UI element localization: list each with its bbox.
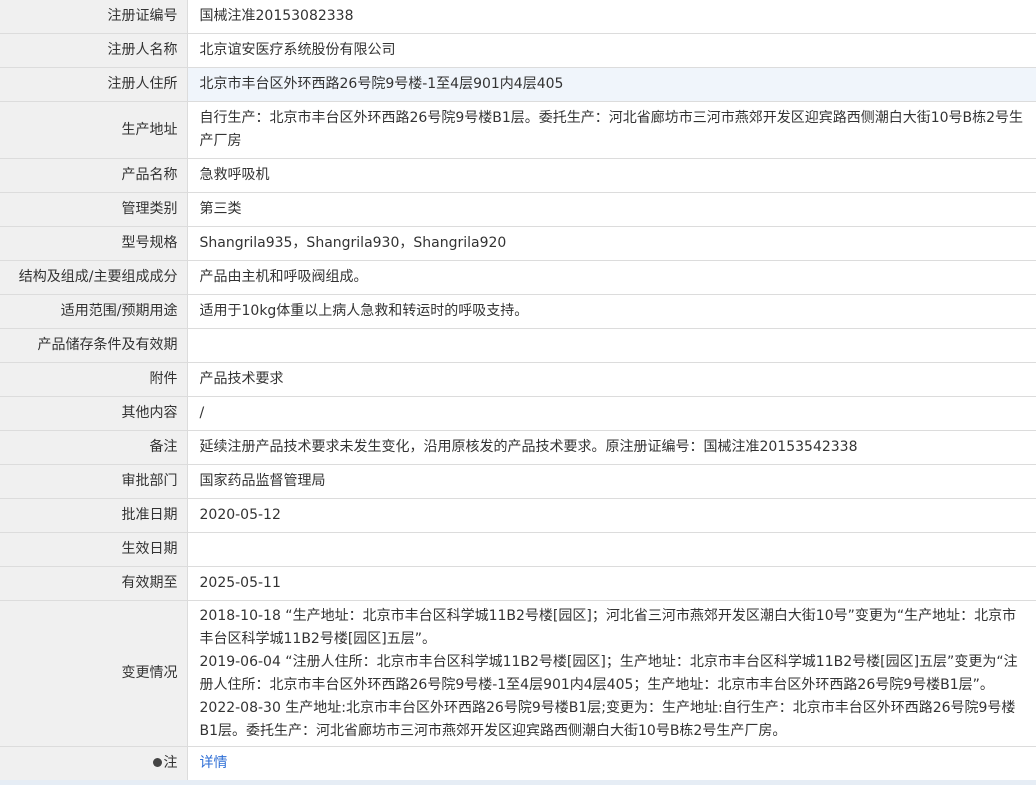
row-value: 2025-05-11 xyxy=(187,566,1036,601)
row-value: 北京市丰台区外环西路26号院9号楼-1至4层901内4层405 xyxy=(187,67,1036,102)
row-approval-department: 审批部门 国家药品监督管理局 xyxy=(0,464,1036,499)
row-model-spec: 型号规格 Shangrila935，Shangrila930，Shangrila… xyxy=(0,226,1036,261)
row-label: 适用范围/预期用途 xyxy=(0,294,188,329)
row-label: 注册人名称 xyxy=(0,33,188,68)
row-label: 管理类别 xyxy=(0,192,188,227)
row-value: 2020-05-12 xyxy=(187,498,1036,533)
row-label: 注册证编号 xyxy=(0,0,188,34)
row-storage-conditions: 产品储存条件及有效期 xyxy=(0,328,1036,363)
row-other-content: 其他内容 / xyxy=(0,396,1036,431)
row-change-history: 变更情况 2018-10-18 “生产地址：北京市丰台区科学城11B2号楼[园区… xyxy=(0,600,1036,747)
row-label: 型号规格 xyxy=(0,226,188,261)
row-value: 第三类 xyxy=(187,192,1036,227)
row-value xyxy=(187,328,1036,363)
registration-detail-table: 注册证编号 国械注准20153082338 注册人名称 北京谊安医疗系统股份有限… xyxy=(0,0,1036,780)
row-label: 生效日期 xyxy=(0,532,188,567)
row-label: 审批部门 xyxy=(0,464,188,499)
row-value: 延续注册产品技术要求未发生变化，沿用原核发的产品技术要求。原注册证编号：国械注准… xyxy=(187,430,1036,465)
row-value: 自行生产：北京市丰台区外环西路26号院9号楼B1层。委托生产：河北省廊坊市三河市… xyxy=(187,101,1036,159)
row-effective-date: 生效日期 xyxy=(0,532,1036,567)
row-label: 其他内容 xyxy=(0,396,188,431)
row-product-name: 产品名称 急救呼吸机 xyxy=(0,158,1036,193)
row-registrant-address: 注册人住所 北京市丰台区外环西路26号院9号楼-1至4层901内4层405 xyxy=(0,67,1036,102)
row-value: 北京谊安医疗系统股份有限公司 xyxy=(187,33,1036,68)
note-label-cell: 注 xyxy=(0,746,188,780)
row-label: 结构及组成/主要组成成分 xyxy=(0,260,188,295)
row-expiry-date: 有效期至 2025-05-11 xyxy=(0,566,1036,601)
note-label: 注 xyxy=(163,755,178,771)
row-label: 注册人住所 xyxy=(0,67,188,102)
row-label: 附件 xyxy=(0,362,188,397)
row-label: 产品储存条件及有效期 xyxy=(0,328,188,363)
note-value-cell: 详情 xyxy=(187,747,1036,781)
row-value: 急救呼吸机 xyxy=(187,158,1036,193)
row-label: 有效期至 xyxy=(0,566,188,601)
row-value: / xyxy=(187,396,1036,431)
row-label: 生产地址 xyxy=(0,101,188,159)
row-remarks: 备注 延续注册产品技术要求未发生变化，沿用原核发的产品技术要求。原注册证编号：国… xyxy=(0,430,1036,465)
row-intended-use: 适用范围/预期用途 适用于10kg体重以上病人急救和转运时的呼吸支持。 xyxy=(0,294,1036,329)
row-value: 适用于10kg体重以上病人急救和转运时的呼吸支持。 xyxy=(187,294,1036,329)
details-link[interactable]: 详情 xyxy=(200,755,228,771)
row-attachments: 附件 产品技术要求 xyxy=(0,362,1036,397)
change-entry: 2022-08-30 生产地址:北京市丰台区外环西路26号院9号楼B1层;变更为… xyxy=(199,699,1016,739)
row-approval-date: 批准日期 2020-05-12 xyxy=(0,498,1036,533)
row-structure-composition: 结构及组成/主要组成成分 产品由主机和呼吸阀组成。 xyxy=(0,260,1036,295)
row-value xyxy=(187,532,1036,567)
pin-icon xyxy=(152,758,162,767)
row-value: 国械注准20153082338 xyxy=(187,0,1036,34)
change-history-list: 2018-10-18 “生产地址：北京市丰台区科学城11B2号楼[园区]；河北省… xyxy=(187,600,1036,747)
row-value: 产品技术要求 xyxy=(187,362,1036,397)
change-entry: 2019-06-04 “注册人住所：北京市丰台区科学城11B2号楼[园区]；生产… xyxy=(199,653,1018,693)
row-label: 变更情况 xyxy=(0,600,188,747)
row-note: 注 详情 xyxy=(0,746,1036,781)
row-registration-number: 注册证编号 国械注准20153082338 xyxy=(0,0,1036,34)
row-value: Shangrila935，Shangrila930，Shangrila920 xyxy=(187,226,1036,261)
row-value: 产品由主机和呼吸阀组成。 xyxy=(187,260,1036,295)
row-production-address: 生产地址 自行生产：北京市丰台区外环西路26号院9号楼B1层。委托生产：河北省廊… xyxy=(0,101,1036,159)
bottom-bar xyxy=(0,780,1036,785)
row-label: 批准日期 xyxy=(0,498,188,533)
row-label: 产品名称 xyxy=(0,158,188,193)
row-label: 备注 xyxy=(0,430,188,465)
row-value: 国家药品监督管理局 xyxy=(187,464,1036,499)
row-registrant-name: 注册人名称 北京谊安医疗系统股份有限公司 xyxy=(0,33,1036,68)
row-management-class: 管理类别 第三类 xyxy=(0,192,1036,227)
change-entry: 2018-10-18 “生产地址：北京市丰台区科学城11B2号楼[园区]；河北省… xyxy=(199,607,1017,647)
